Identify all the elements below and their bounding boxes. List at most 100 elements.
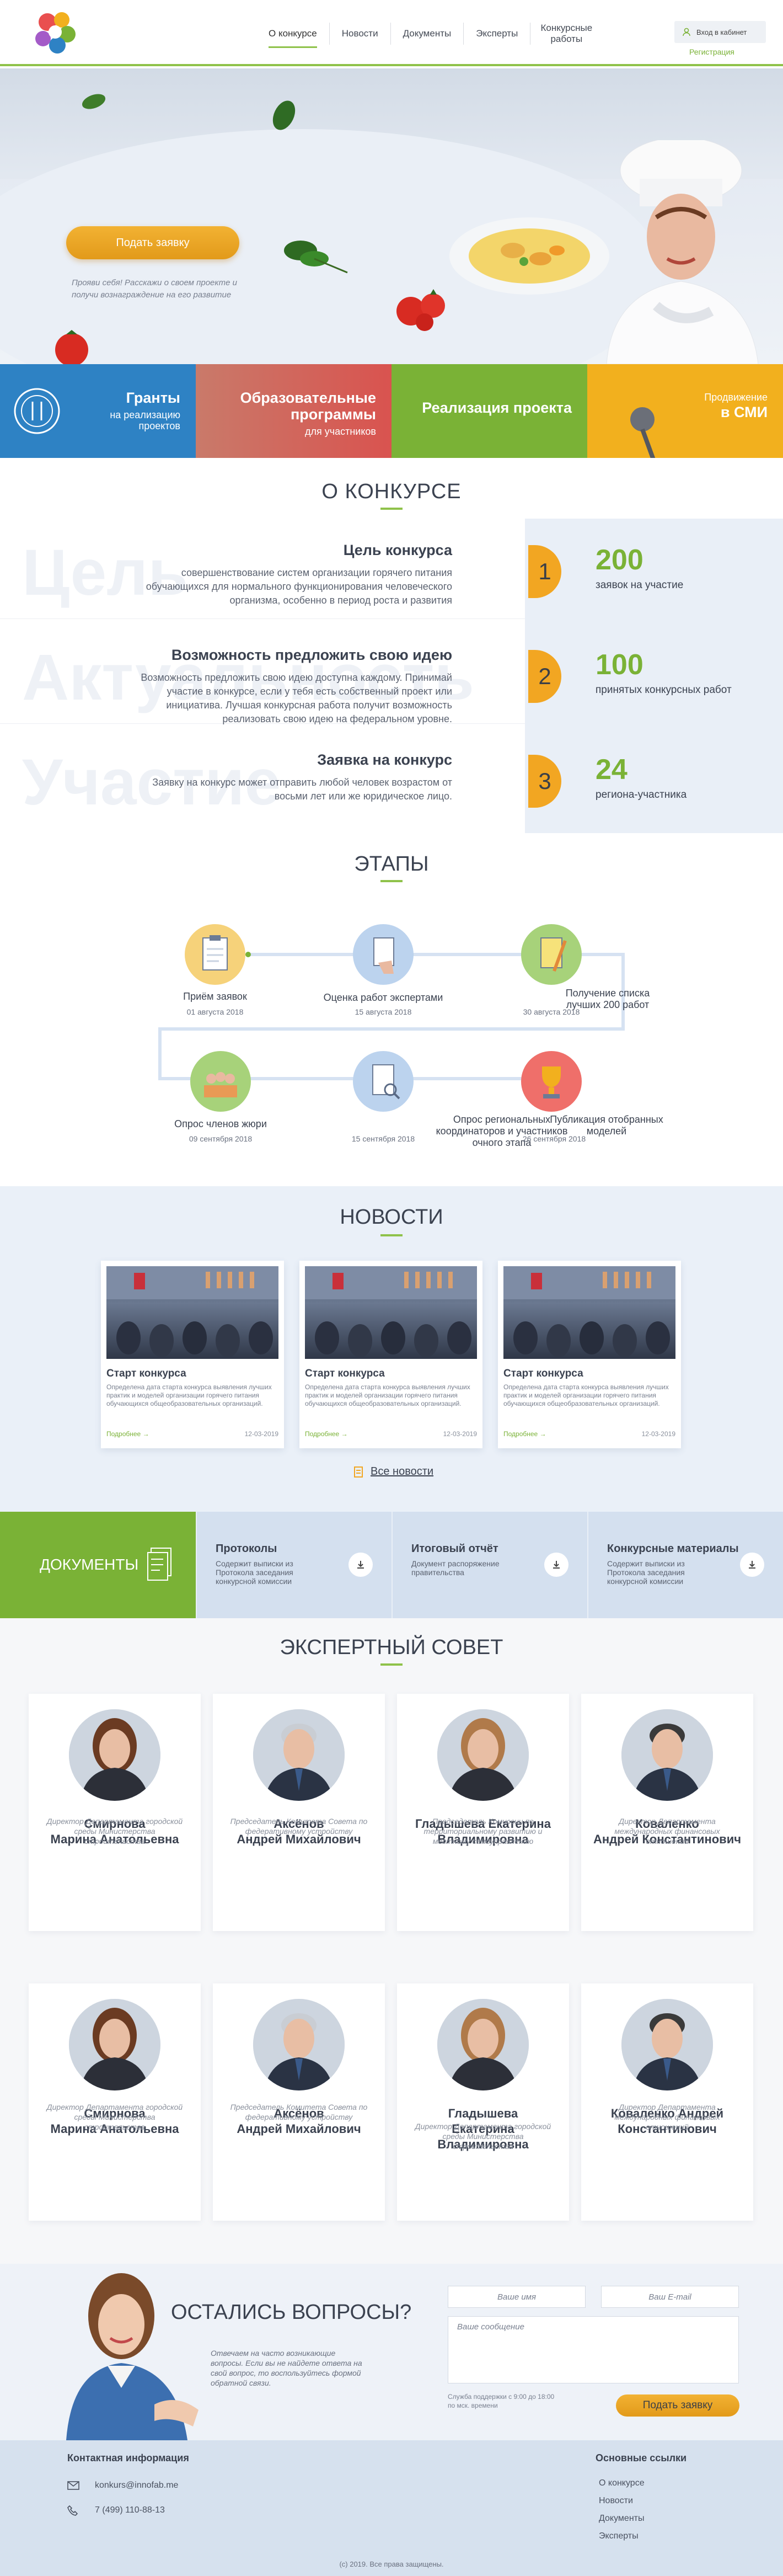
doc-final-report[interactable]: Итоговый отчёт Документ распоряжение пра… [392,1512,587,1618]
about-heading: Заявка на конкурс [317,751,452,768]
expert-photo [253,1999,345,2090]
stage-icon-review [353,1051,414,1112]
stage-date: 01 августа 2018 [186,1007,244,1016]
about-text: Возможность предложить свою идею доступн… [141,672,452,724]
support-hours: Служба поддержки с 9:00 до 18:00 по мск.… [448,2393,555,2409]
doc-materials[interactable]: Конкурсные материалы Содержит выписки из… [587,1512,783,1618]
logo-icon[interactable] [29,6,82,58]
news-text: Определена дата старта конкурса выявлени… [503,1383,669,1407]
leaf-icon [82,94,106,109]
tile-grants[interactable]: Гранты на реализацию проектов [0,364,196,458]
footer-email[interactable]: konkurs@innofab.me [95,2481,178,2490]
expert-card[interactable]: Коваленко Андрей Константинович Директор … [581,1694,753,1931]
download-button[interactable] [544,1553,569,1577]
arrow-right-icon: → [142,1430,149,1438]
register-link[interactable]: Регистрация [689,47,734,56]
hero-apply-button[interactable]: Подать заявку [66,226,239,259]
all-news-label: Все новости [371,1465,434,1478]
notepad-pencil-icon [540,937,567,972]
stage-date: 15 августа 2018 [355,1007,412,1016]
message-textarea[interactable]: Ваше сообщение [448,2316,739,2383]
email-input[interactable]: Ваш E-mail [601,2286,739,2308]
phone-icon [67,2505,78,2516]
documents-section: ДОКУМЕНТЫ Протоколы Содержит выписки из … [0,1512,783,1618]
expert-photo [437,1709,529,1801]
checklist-icon [372,1064,400,1100]
news-card[interactable]: Старт конкурса Определена дата старта ко… [299,1261,482,1448]
expert-position: Директор Департамента международных фина… [614,1817,720,1846]
expert-card[interactable]: Смирнова Марина Анатольевна Директор Депа… [29,1983,201,2221]
expert-card[interactable]: Аксёнов Андрей Михайлович Председатель Ко… [213,1694,385,1931]
document-icon [354,1466,363,1478]
nav-documents[interactable]: Документы [391,23,464,45]
news-card[interactable]: Старт конкурса Определена дата старта ко… [101,1261,284,1448]
footer-link-documents[interactable]: Документы [599,2514,644,2524]
expert-position: Директор Департамента городской среды Ми… [46,1817,183,1846]
chef-photo [606,140,759,364]
about-text: совершенствование систем организации гор… [146,567,452,606]
expert-card[interactable]: Гладышева Екатерина Владимировна Директор… [397,1983,569,2221]
footer-link-news[interactable]: Новости [599,2496,633,2506]
nav-works[interactable]: Конкурсные работы [530,23,602,45]
expert-photo [621,1709,713,1801]
download-icon [357,1561,364,1569]
tile-media[interactable]: Продвижение в СМИ [587,364,783,458]
expert-card[interactable]: Аксёнов Андрей Михайлович Председатель Ко… [213,1983,385,2221]
copyright: (с) 2019. Все права защищены. [339,2560,444,2568]
nav-news[interactable]: Новости [330,23,391,45]
doc-title: Протоколы [216,1543,277,1555]
expert-position: Директор Департамента городской среды Ми… [46,2103,183,2131]
stat-label: принятых конкурсных работ [596,684,732,696]
news-more-link[interactable]: Подробнее → [305,1430,348,1438]
user-icon [683,28,690,36]
nav-about[interactable]: О конкурсе [256,23,330,48]
tile-media-title2: в СМИ [720,404,768,420]
about-title-underline [380,508,403,510]
expert-card[interactable]: Гладышева Екатерина Владимировна Председа… [397,1694,569,1931]
send-button[interactable]: Подать заявку [616,2394,739,2417]
news-text: Определена дата старта конкурса выявлени… [106,1383,272,1407]
nav-experts[interactable]: Эксперты [464,23,531,45]
news-card[interactable]: Старт конкурса Определена дата старта ко… [498,1261,681,1448]
login-label: Вход в кабинет [696,28,747,36]
stat-value: 24 [596,754,628,786]
news-date: 12-03-2019 [443,1430,477,1438]
expert-card[interactable]: Смирнова Марина Анатольевна Директор Депа… [29,1694,201,1931]
stage-icon-evaluation [353,924,414,985]
about-row-goal: Цель Цель конкурса совершенствование сис… [0,524,525,619]
header: О конкурсе Новости Документы Эксперты Ко… [0,0,783,66]
leaf-icon [272,100,296,130]
tile-media-title: Продвижение [704,392,768,403]
expert-card[interactable]: Коваленко Андрей Константинович Директор … [581,1983,753,2221]
news-more-label: Подробнее [305,1430,340,1438]
login-button[interactable]: Вход в кабинет [674,21,766,43]
stage-icon-applications [185,924,245,985]
stage-icon-jury [190,1051,251,1112]
footer-phone[interactable]: 7 (499) 110-88-13 [95,2505,165,2515]
tomato-icon [55,330,88,364]
doc-title: Итоговый отчёт [411,1543,498,1555]
support-woman-photo [66,2273,199,2440]
herb-icon [284,241,348,274]
stat-value: 200 [596,544,643,576]
experts-title: ЭКСПЕРТНЫЙ СОВЕТ [280,1636,503,1659]
expert-position: Директор Департамента международных фина… [614,2103,720,2131]
news-title-underline [380,1234,403,1236]
footer-link-about[interactable]: О конкурсе [599,2478,645,2488]
footer-contact-title: Контактная информация [67,2452,189,2463]
download-button[interactable] [348,1553,373,1577]
news-title: НОВОСТИ [340,1206,443,1229]
all-news-link[interactable]: Все новости [353,1465,433,1478]
footer-link-experts[interactable]: Эксперты [599,2531,639,2541]
download-button[interactable] [740,1553,764,1577]
questions-text: Отвечаем на часто возникающие вопросы. Е… [211,2349,362,2387]
tile-education[interactable]: Образовательные программы для участников [196,364,392,458]
news-more-link[interactable]: Подробнее → [106,1430,149,1438]
about-section: Цель Цель конкурса совершенствование сис… [0,519,783,833]
doc-protocols[interactable]: Протоколы Содержит выписки из Протокола … [196,1512,392,1618]
news-more-link[interactable]: Подробнее → [503,1430,546,1438]
news-title-text: Старт конкурса [305,1368,385,1379]
tile-implementation[interactable]: Реализация проекта [392,364,587,458]
name-input[interactable]: Ваше имя [448,2286,586,2308]
tomato-icon [396,289,445,331]
